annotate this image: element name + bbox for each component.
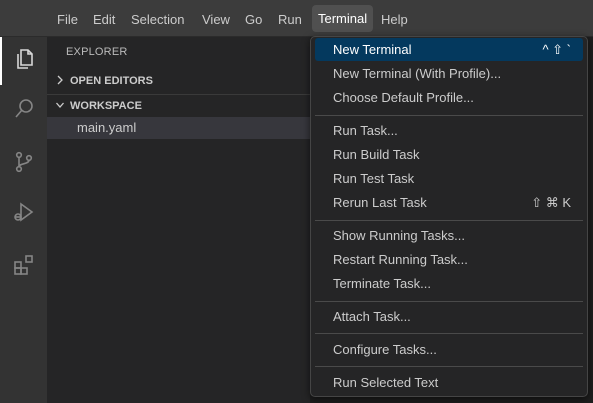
menu-item-label: Rerun Last Task (333, 195, 427, 210)
menu-help[interactable]: Help (381, 11, 408, 28)
menu-view[interactable]: View (202, 11, 230, 28)
shortcut-label: ⇧ ⌘ K (531, 195, 571, 210)
menu-item-configure-tasks[interactable]: Configure Tasks... (315, 338, 583, 361)
menu-item-label: Run Task... (333, 123, 398, 138)
menu-terminal[interactable]: Terminal (312, 5, 374, 32)
menu-item-label: Restart Running Task... (333, 252, 468, 267)
menu-item-restart-running-task[interactable]: Restart Running Task... (315, 248, 583, 271)
menu-item-show-running-tasks[interactable]: Show Running Tasks... (315, 224, 583, 247)
chevron-down-icon (55, 99, 65, 111)
menu-item-run-test-task[interactable]: Run Test Task (315, 167, 583, 190)
menu-separator (315, 301, 583, 302)
section-label: OPEN EDITORS (70, 75, 153, 87)
menu-separator (315, 333, 583, 334)
menu-item-label: New Terminal (333, 42, 412, 57)
section-open-editors[interactable]: OPEN EDITORS (47, 70, 310, 92)
menu-item-choose-default-profile[interactable]: Choose Default Profile... (315, 86, 583, 109)
menu-item-label: Terminate Task... (333, 276, 432, 291)
menu-item-run-build-task[interactable]: Run Build Task (315, 143, 583, 166)
source-control-icon (12, 150, 36, 179)
menu-item-terminate-task[interactable]: Terminate Task... (315, 272, 583, 295)
menu-separator (315, 220, 583, 221)
explorer-sidebar: EXPLORER OPEN EDITORS WORKSPACE main.yam… (47, 37, 310, 403)
sidebar-title: EXPLORER (66, 46, 128, 58)
menu-item-rerun-last-task[interactable]: Rerun Last Task ⇧ ⌘ K (315, 191, 583, 214)
search-icon (12, 97, 36, 126)
menu-go[interactable]: Go (245, 11, 262, 28)
terminal-menu: New Terminal ^ ⇧ ` New Terminal (With Pr… (310, 36, 588, 397)
shortcut-label: ^ ⇧ ` (542, 42, 571, 57)
menu-item-label: Run Selected Text (333, 375, 439, 390)
activity-run-debug[interactable] (0, 190, 47, 238)
menu-item-run-task[interactable]: Run Task... (315, 119, 583, 142)
menu-item-label: Choose Default Profile... (333, 90, 474, 105)
activity-extensions[interactable] (0, 243, 47, 291)
section-label: WORKSPACE (70, 100, 142, 112)
menu-separator (315, 115, 583, 116)
menu-separator (315, 366, 583, 367)
activity-explorer[interactable] (0, 37, 47, 85)
menu-run[interactable]: Run (278, 11, 302, 28)
menu-file[interactable]: File (57, 11, 78, 28)
file-name: main.yaml (77, 120, 137, 135)
menu-item-attach-task[interactable]: Attach Task... (315, 305, 583, 328)
extensions-icon (12, 253, 36, 282)
menu-selection[interactable]: Selection (131, 11, 184, 28)
activity-bar (0, 37, 47, 403)
menu-edit[interactable]: Edit (93, 11, 115, 28)
menu-item-label: Configure Tasks... (333, 342, 437, 357)
files-icon (13, 47, 37, 76)
menu-item-new-terminal[interactable]: New Terminal ^ ⇧ ` (315, 38, 583, 61)
menu-bar: File Edit Selection View Go Run Terminal… (0, 0, 593, 37)
activity-source-control[interactable] (0, 140, 47, 188)
menu-item-label: New Terminal (With Profile)... (333, 66, 502, 81)
file-item-main-yaml[interactable]: main.yaml (47, 117, 310, 139)
menu-item-new-terminal-profile[interactable]: New Terminal (With Profile)... (315, 62, 583, 85)
menu-item-label: Attach Task... (333, 309, 411, 324)
menu-item-run-selected-text[interactable]: Run Selected Text (315, 371, 583, 394)
chevron-right-icon (55, 74, 65, 86)
section-workspace[interactable]: WORKSPACE (47, 94, 310, 116)
run-debug-icon (12, 200, 36, 229)
menu-item-label: Run Test Task (333, 171, 415, 186)
menu-item-label: Show Running Tasks... (333, 228, 465, 243)
activity-search[interactable] (0, 87, 47, 135)
menu-item-label: Run Build Task (333, 147, 420, 162)
